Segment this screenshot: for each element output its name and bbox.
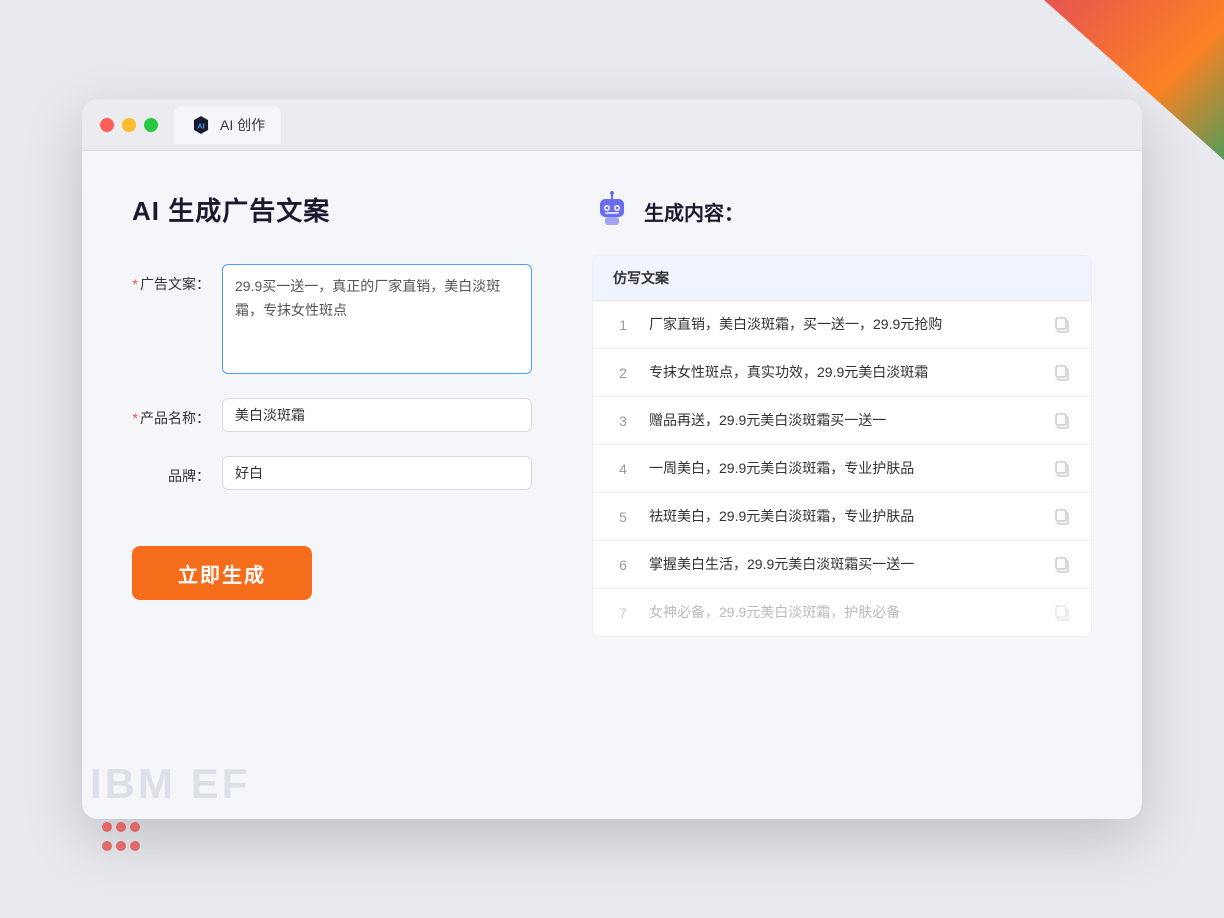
left-panel: AI 生成广告文案 *广告文案： 29.9买一送一，真正的厂家直销，美白淡斑霜，… — [132, 191, 532, 779]
required-star-2: * — [133, 410, 138, 426]
ibm-ef-label: IBM EF — [90, 760, 250, 808]
copy-icon-2[interactable] — [1053, 364, 1071, 382]
main-content: AI 生成广告文案 *广告文案： 29.9买一送一，真正的厂家直销，美白淡斑霜，… — [82, 151, 1142, 819]
titlebar: AI AI 创作 — [82, 99, 1142, 151]
row-text-1: 厂家直销，美白淡斑霜，买一送一，29.9元抢购 — [649, 314, 1037, 335]
table-row: 4 一周美白，29.9元美白淡斑霜，专业护肤品 — [593, 445, 1091, 493]
row-num-7: 7 — [613, 605, 633, 621]
table-header: 仿写文案 — [593, 256, 1091, 301]
close-button[interactable] — [100, 118, 114, 132]
ad-copy-label: *广告文案： — [132, 264, 222, 295]
row-num-2: 2 — [613, 365, 633, 381]
table-row: 3 赠品再送，29.9元美白淡斑霜买一送一 — [593, 397, 1091, 445]
copy-icon-7[interactable] — [1053, 604, 1071, 622]
row-text-7: 女神必备，29.9元美白淡斑霜，护肤必备 — [649, 602, 1037, 623]
row-text-2: 专抹女性斑点，真实功效，29.9元美白淡斑霜 — [649, 362, 1037, 383]
copy-icon-3[interactable] — [1053, 412, 1071, 430]
svg-text:AI: AI — [197, 121, 204, 130]
result-table: 仿写文案 1 厂家直销，美白淡斑霜，买一送一，29.9元抢购 2 专抹女性斑点，… — [592, 255, 1092, 637]
row-num-3: 3 — [613, 413, 633, 429]
row-num-4: 4 — [613, 461, 633, 477]
row-text-5: 祛斑美白，29.9元美白淡斑霜，专业护肤品 — [649, 506, 1037, 527]
product-name-input[interactable] — [222, 398, 532, 432]
generate-button[interactable]: 立即生成 — [132, 546, 312, 600]
copy-icon-5[interactable] — [1053, 508, 1071, 526]
row-text-3: 赠品再送，29.9元美白淡斑霜买一送一 — [649, 410, 1037, 431]
brand-group: 品牌： — [132, 456, 532, 490]
robot-icon — [592, 191, 632, 231]
table-row: 1 厂家直销，美白淡斑霜，买一送一，29.9元抢购 — [593, 301, 1091, 349]
table-row: 2 专抹女性斑点，真实功效，29.9元美白淡斑霜 — [593, 349, 1091, 397]
tab-label: AI 创作 — [220, 115, 265, 135]
minimize-button[interactable] — [122, 118, 136, 132]
tab-ai-creation[interactable]: AI AI 创作 — [174, 106, 281, 144]
table-row: 5 祛斑美白，29.9元美白淡斑霜，专业护肤品 — [593, 493, 1091, 541]
browser-window: AI AI 创作 AI 生成广告文案 *广告文案： 29.9买一送一，真正的厂家… — [82, 99, 1142, 819]
traffic-lights — [100, 118, 158, 132]
row-text-4: 一周美白，29.9元美白淡斑霜，专业护肤品 — [649, 458, 1037, 479]
row-num-6: 6 — [613, 557, 633, 573]
product-name-group: *产品名称： — [132, 398, 532, 432]
product-name-label: *产品名称： — [132, 398, 222, 429]
ad-copy-group: *广告文案： 29.9买一送一，真正的厂家直销，美白淡斑霜，专抹女性斑点 — [132, 264, 532, 374]
result-header: 生成内容： — [592, 191, 1092, 231]
dots-decoration — [100, 820, 142, 858]
ai-tab-icon: AI — [190, 114, 212, 136]
brand-input[interactable] — [222, 456, 532, 490]
result-title: 生成内容： — [644, 197, 744, 226]
row-num-1: 1 — [613, 317, 633, 333]
right-panel: 生成内容： 仿写文案 1 厂家直销，美白淡斑霜，买一送一，29.9元抢购 2 专… — [592, 191, 1092, 779]
row-num-5: 5 — [613, 509, 633, 525]
copy-icon-1[interactable] — [1053, 316, 1071, 334]
required-star-1: * — [133, 276, 138, 292]
table-row: 7 女神必备，29.9元美白淡斑霜，护肤必备 — [593, 589, 1091, 636]
page-title: AI 生成广告文案 — [132, 191, 532, 228]
ad-copy-textarea[interactable]: 29.9买一送一，真正的厂家直销，美白淡斑霜，专抹女性斑点 — [222, 264, 532, 374]
brand-label: 品牌： — [132, 456, 222, 487]
copy-icon-4[interactable] — [1053, 460, 1071, 478]
row-text-6: 掌握美白生活，29.9元美白淡斑霜买一送一 — [649, 554, 1037, 575]
maximize-button[interactable] — [144, 118, 158, 132]
table-row: 6 掌握美白生活，29.9元美白淡斑霜买一送一 — [593, 541, 1091, 589]
copy-icon-6[interactable] — [1053, 556, 1071, 574]
